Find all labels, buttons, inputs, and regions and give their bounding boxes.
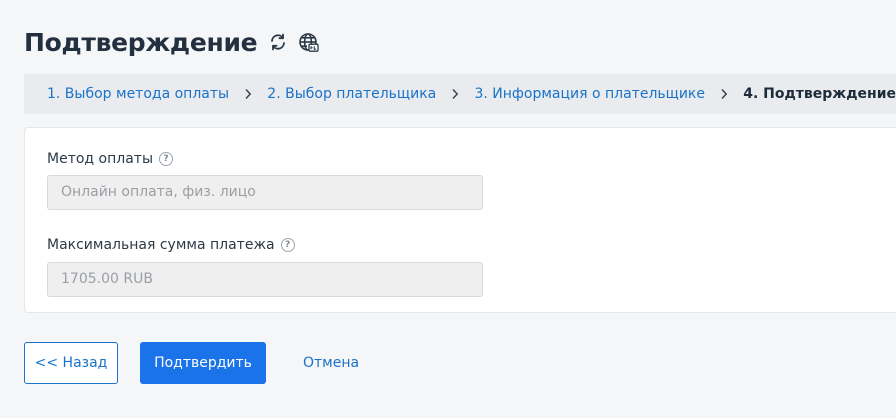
cancel-button[interactable]: Отмена <box>303 355 359 371</box>
title-row: Подтверждение <box>24 24 319 60</box>
payment-method-label: Метод оплаты ? <box>47 151 173 167</box>
confirm-button[interactable]: Подтвердить <box>140 342 266 384</box>
step-payer-info[interactable]: 3. Информация о плательщике <box>474 86 705 102</box>
max-amount-label: Максимальная сумма платежа ? <box>47 237 295 253</box>
chevron-right-icon <box>705 88 743 100</box>
max-amount-label-text: Максимальная сумма платежа <box>47 237 275 253</box>
chevron-right-icon <box>229 88 267 100</box>
payment-method-field[interactable]: Онлайн оплата, физ. лицо <box>47 175 483 210</box>
step-payer-selection[interactable]: 2. Выбор плательщика <box>267 86 436 102</box>
max-amount-field[interactable]: 1705.00 RUB <box>47 262 483 297</box>
page: Подтверждение 1. Выбор метода оплаты 2. … <box>0 0 896 418</box>
help-icon[interactable]: ? <box>159 152 173 166</box>
refresh-icon[interactable] <box>267 31 289 53</box>
help-icon[interactable]: ? <box>280 238 295 252</box>
payment-method-label-text: Метод оплаты <box>47 151 153 167</box>
globe-icon[interactable] <box>297 31 319 53</box>
step-confirmation: 4. Подтверждение <box>743 86 896 102</box>
chevron-right-icon <box>436 88 474 100</box>
wizard-steps: 1. Выбор метода оплаты 2. Выбор плательщ… <box>24 74 896 114</box>
confirmation-card: Метод оплаты ? Онлайн оплата, физ. лицо … <box>24 127 896 313</box>
back-button[interactable]: << Назад <box>24 342 118 384</box>
step-payment-method[interactable]: 1. Выбор метода оплаты <box>47 86 229 102</box>
page-title: Подтверждение <box>24 27 258 57</box>
form-actions: << Назад Подтвердить Отмена <box>24 342 359 384</box>
